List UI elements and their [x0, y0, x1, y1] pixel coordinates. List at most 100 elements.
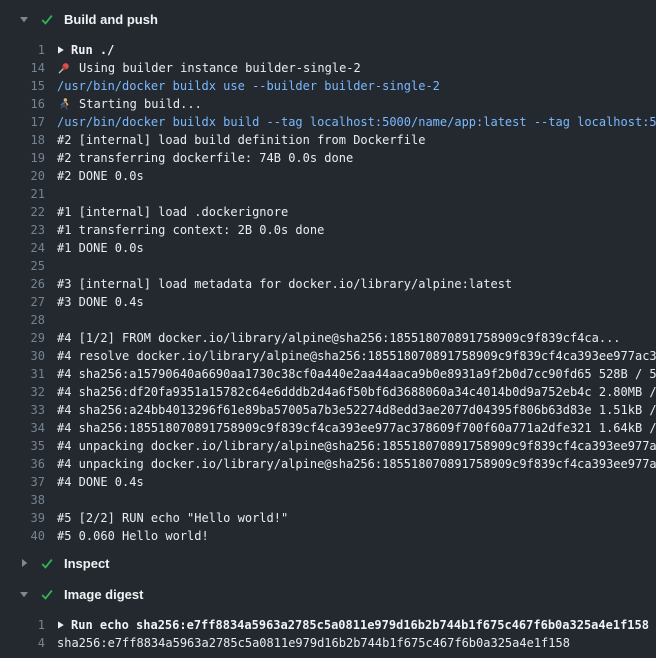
log-line: 19#2 transferring dockerfile: 74B 0.0s d… [0, 149, 656, 167]
log-line: 18 #2 [internal] load build definition fr… [0, 131, 656, 149]
log-line-content: Starting build... [57, 97, 202, 111]
log-line-content: #1 [internal] load .dockerignore [57, 205, 288, 219]
line-number[interactable]: 18 [0, 133, 45, 147]
log-text: #4 DONE 0.4s [57, 475, 144, 489]
line-number[interactable]: 22 [0, 205, 45, 219]
line-number[interactable]: 39 [0, 511, 45, 525]
log-text: #2 [internal] load build definition from… [57, 133, 425, 147]
line-number[interactable]: 19 [0, 151, 45, 165]
log-line: 31 #4 sha256:a15790640a6690aa1730c38cf0a4… [0, 365, 656, 383]
log-line-content: #3 DONE 0.4s [57, 295, 144, 309]
log-line: 15/usr/bin/docker buildx use --builder b… [0, 77, 656, 95]
line-number[interactable]: 32 [0, 385, 45, 399]
section-header-image-digest[interactable]: Image digest [0, 585, 656, 603]
line-number[interactable]: 23 [0, 223, 45, 237]
log-text: #3 [internal] load metadata for docker.i… [57, 277, 512, 291]
line-number[interactable]: 36 [0, 457, 45, 471]
log-block-build-and-push: 1 Run ./ 14Using builder instance builder-… [0, 41, 656, 545]
line-number[interactable]: 16 [0, 97, 45, 111]
log-text: #5 0.060 Hello world! [57, 529, 209, 543]
log-line: 38 [0, 491, 656, 509]
log-text: #4 resolve docker.io/library/alpine@sha2… [57, 349, 656, 363]
log-text: #4 unpacking docker.io/library/alpine@sh… [57, 439, 656, 453]
log-text: /usr/bin/docker buildx use --builder bui… [57, 79, 440, 93]
log-line: 37 #4 DONE 0.4s [0, 473, 656, 491]
line-number[interactable]: 31 [0, 367, 45, 381]
chevron-down-icon[interactable] [19, 589, 29, 599]
line-number[interactable]: 1 [0, 43, 45, 57]
log-line-content: #4 unpacking docker.io/library/alpine@sh… [57, 457, 656, 471]
line-number[interactable]: 28 [0, 313, 45, 327]
check-icon [40, 557, 54, 570]
log-line-content: #4 sha256:a15790640a6690aa1730c38cf0a440… [57, 367, 656, 381]
log-line-content: Run echo sha256:e7ff8834a5963a2785c5a081… [57, 618, 649, 632]
log-text: /usr/bin/docker buildx build --tag local… [57, 115, 656, 129]
line-number[interactable]: 34 [0, 421, 45, 435]
line-number[interactable]: 1 [0, 618, 45, 632]
log-line-content: #2 DONE 0.0s [57, 169, 144, 183]
line-number[interactable]: 15 [0, 79, 45, 93]
log-line-content: Run ./ [57, 43, 114, 57]
log-line-content: sha256:e7ff8834a5963a2785c5a0811e979d16b… [57, 636, 570, 650]
runner-icon [57, 98, 71, 111]
line-number[interactable]: 37 [0, 475, 45, 489]
line-number[interactable]: 20 [0, 169, 45, 183]
log-text: #2 DONE 0.0s [57, 169, 144, 183]
section-header-build-and-push[interactable]: Build and push [0, 10, 656, 28]
log-text: #4 [1/2] FROM docker.io/library/alpine@s… [57, 331, 621, 345]
check-icon [40, 588, 54, 601]
line-number[interactable]: 29 [0, 331, 45, 345]
log-text: #4 sha256:185518070891758909c9f839cf4ca3… [57, 421, 656, 435]
log-text: sha256:e7ff8834a5963a2785c5a0811e979d16b… [57, 636, 570, 650]
log-line-content: #5 [2/2] RUN echo "Hello world!" [57, 511, 288, 525]
log-line: 30 #4 resolve docker.io/library/alpine@sh… [0, 347, 656, 365]
log-line-content: #4 [1/2] FROM docker.io/library/alpine@s… [57, 331, 621, 345]
log-line: 26 #3 [internal] load metadata for docker… [0, 275, 656, 293]
log-line-content: /usr/bin/docker buildx use --builder bui… [57, 79, 440, 93]
log-text: #4 sha256:a24bb4013296f61e89ba57005a7b3e… [57, 403, 656, 417]
line-number[interactable]: 30 [0, 349, 45, 363]
line-number[interactable]: 24 [0, 241, 45, 255]
line-number[interactable]: 35 [0, 439, 45, 453]
line-number[interactable]: 33 [0, 403, 45, 417]
log-block-image-digest: 1 Run echo sha256:e7ff8834a5963a2785c5a08… [0, 616, 656, 652]
log-line: 25 [0, 257, 656, 275]
line-number[interactable]: 14 [0, 61, 45, 75]
line-number[interactable]: 21 [0, 187, 45, 201]
log-line: 1 Run ./ [0, 41, 656, 59]
expand-arrow-icon[interactable] [57, 620, 65, 630]
log-line-content: #3 [internal] load metadata for docker.i… [57, 277, 512, 291]
section-header-inspect[interactable]: Inspect [0, 554, 656, 572]
section-title: Build and push [64, 12, 158, 27]
expand-arrow-icon[interactable] [57, 45, 65, 55]
log-text: Run echo sha256:e7ff8834a5963a2785c5a081… [71, 618, 649, 632]
line-number[interactable]: 38 [0, 493, 45, 507]
line-number[interactable]: 40 [0, 529, 45, 543]
section-title: Image digest [64, 587, 143, 602]
log-line: 29 #4 [1/2] FROM docker.io/library/alpine… [0, 329, 656, 347]
line-number[interactable]: 25 [0, 259, 45, 273]
chevron-down-icon[interactable] [19, 14, 29, 24]
line-number[interactable]: 17 [0, 115, 45, 129]
log-text: #3 DONE 0.4s [57, 295, 144, 309]
log-line-content: #4 resolve docker.io/library/alpine@sha2… [57, 349, 656, 363]
log-line: 14Using builder instance builder-single-… [0, 59, 656, 77]
log-line: 40 #5 0.060 Hello world! [0, 527, 656, 545]
log-line: 27 #3 DONE 0.4s [0, 293, 656, 311]
log-line: 21 [0, 185, 656, 203]
log-text: Starting build... [79, 97, 202, 111]
log-line: 23 #1 transferring context: 2B 0.0s done [0, 221, 656, 239]
line-number[interactable]: 4 [0, 636, 45, 650]
line-number[interactable]: 27 [0, 295, 45, 309]
log-line-content: #1 transferring context: 2B 0.0s done [57, 223, 324, 237]
section-title: Inspect [64, 556, 110, 571]
chevron-right-icon[interactable] [19, 558, 29, 568]
log-line-content: #5 0.060 Hello world! [57, 529, 209, 543]
log-line: 35 #4 unpacking docker.io/library/alpine@… [0, 437, 656, 455]
check-icon [40, 13, 54, 26]
log-line: 16 Starting build... [0, 95, 656, 113]
log-text: #1 DONE 0.0s [57, 241, 144, 255]
line-number[interactable]: 26 [0, 277, 45, 291]
workflow-log-viewer: Build and push 1 Run ./ 14Using builder ins… [0, 0, 656, 652]
log-text: #1 [internal] load .dockerignore [57, 205, 288, 219]
